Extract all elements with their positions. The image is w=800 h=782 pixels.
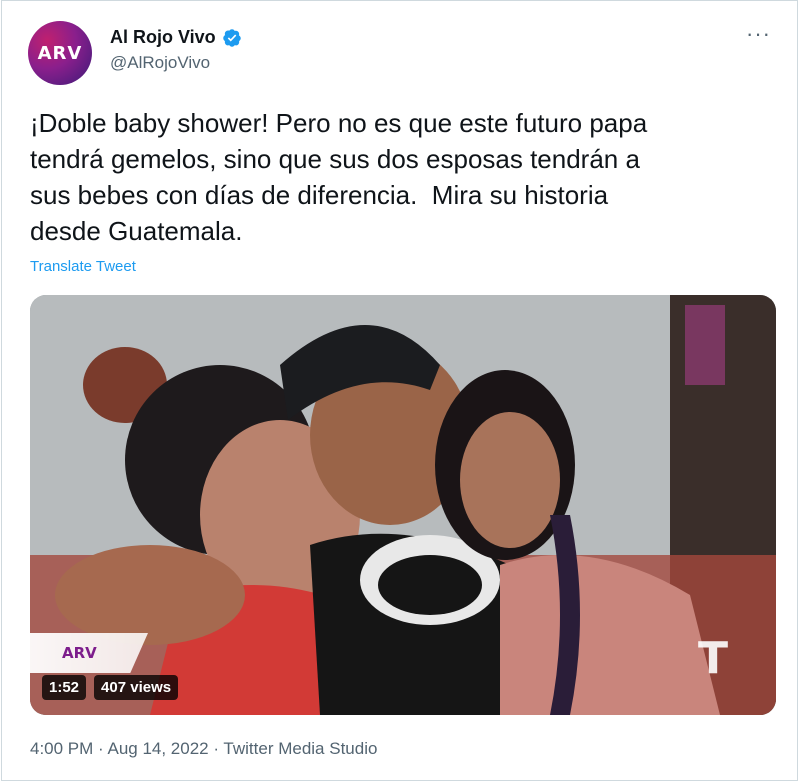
telemundo-logo-icon: T	[697, 633, 728, 684]
video-player[interactable]: ARV T 1:52 407 views	[30, 295, 776, 715]
arv-overlay-logo: ARV	[30, 633, 148, 673]
tweet-timestamp[interactable]: 4:00 PM · Aug 14, 2022 · Twitter Media S…	[30, 739, 377, 759]
tweet-card: ARV Al Rojo Vivo @AlRojoVivo ··· ¡Doble …	[1, 0, 798, 781]
verified-badge-icon	[222, 28, 242, 48]
video-duration: 1:52	[42, 674, 87, 700]
author-handle[interactable]: @AlRojoVivo	[110, 53, 210, 73]
tweet-text: ¡Doble baby shower! Pero no es que este …	[30, 108, 648, 246]
avatar[interactable]: ARV	[28, 21, 92, 85]
author-display-name[interactable]: Al Rojo Vivo	[110, 27, 216, 48]
more-options-icon[interactable]: ···	[746, 23, 771, 45]
video-badges: 1:52 407 views	[42, 673, 179, 701]
avatar-logo: ARV	[37, 42, 83, 64]
video-thumbnail	[30, 295, 776, 715]
video-views: 407 views	[94, 674, 179, 700]
author-name-row: Al Rojo Vivo	[110, 27, 242, 48]
translate-tweet-link[interactable]: Translate Tweet	[30, 258, 136, 275]
